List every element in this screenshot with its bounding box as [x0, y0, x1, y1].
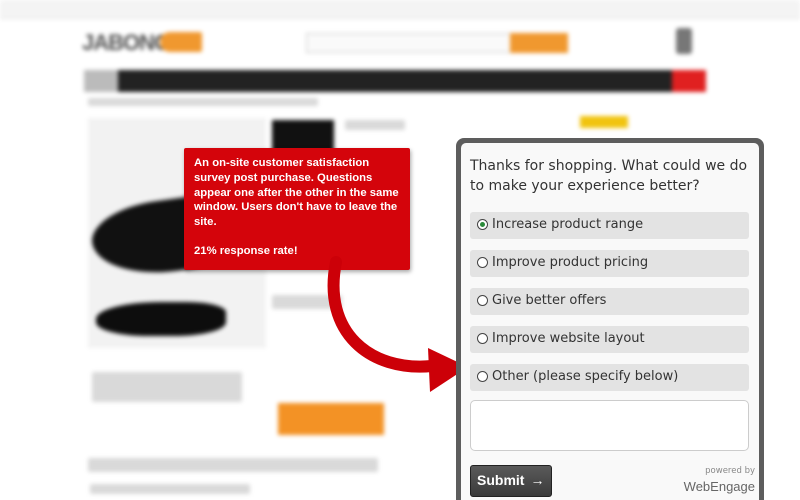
option-label: Increase product range — [492, 217, 644, 232]
product-tabs — [88, 458, 378, 472]
store-nav-bar — [84, 70, 706, 92]
option-label: Give better offers — [492, 293, 607, 308]
survey-option-improve-pricing[interactable]: Improve product pricing — [470, 250, 749, 277]
radio-unselected-icon[interactable] — [477, 257, 488, 268]
callout-response-rate: 21% response rate! — [194, 244, 298, 257]
comment-textarea[interactable] — [470, 400, 749, 451]
option-label: Improve website layout — [492, 331, 645, 346]
radio-unselected-icon[interactable] — [477, 333, 488, 344]
survey-option-better-offers[interactable]: Give better offers — [470, 288, 749, 315]
thumbnail-strip — [92, 372, 242, 402]
shoe-image-2 — [96, 302, 226, 336]
callout-description: An on-site customer satisfaction survey … — [194, 157, 399, 229]
buy-now-button — [278, 403, 384, 435]
powered-by-text: powered by — [705, 466, 755, 476]
store-search-input — [306, 33, 513, 53]
right-arrow-icon: → — [530, 472, 545, 488]
nav-sale-tab — [672, 70, 706, 92]
section-heading — [90, 484, 250, 494]
radio-unselected-icon[interactable] — [477, 295, 488, 306]
store-search-button — [510, 33, 568, 53]
option-label: Improve product pricing — [492, 255, 649, 270]
product-title — [345, 120, 405, 130]
logo-badge — [160, 32, 202, 52]
annotation-callout: An on-site customer satisfaction survey … — [184, 148, 410, 270]
breadcrumb — [88, 98, 318, 106]
survey-question: Thanks for shopping. What could we do to… — [470, 158, 748, 194]
store-logo: JABONG — [82, 30, 171, 55]
product-price — [272, 295, 342, 309]
survey-widget: Thanks for shopping. What could we do to… — [456, 138, 764, 500]
survey-panel: Thanks for shopping. What could we do to… — [461, 143, 759, 500]
webengage-logo: WebEngage — [683, 479, 755, 494]
submit-button[interactable]: Submit → — [470, 465, 552, 497]
radio-unselected-icon[interactable] — [477, 371, 488, 382]
cart-icon — [676, 28, 692, 54]
submit-label: Submit — [477, 472, 525, 488]
survey-option-other[interactable]: Other (please specify below) — [470, 364, 749, 391]
nav-home-tab — [84, 70, 118, 92]
top-utility-bar — [0, 0, 800, 19]
survey-option-website-layout[interactable]: Improve website layout — [470, 326, 749, 353]
survey-option-increase-range[interactable]: Increase product range — [470, 212, 749, 239]
option-label: Other (please specify below) — [492, 369, 679, 384]
radio-selected-icon[interactable] — [477, 219, 488, 230]
offer-tag — [580, 116, 628, 128]
